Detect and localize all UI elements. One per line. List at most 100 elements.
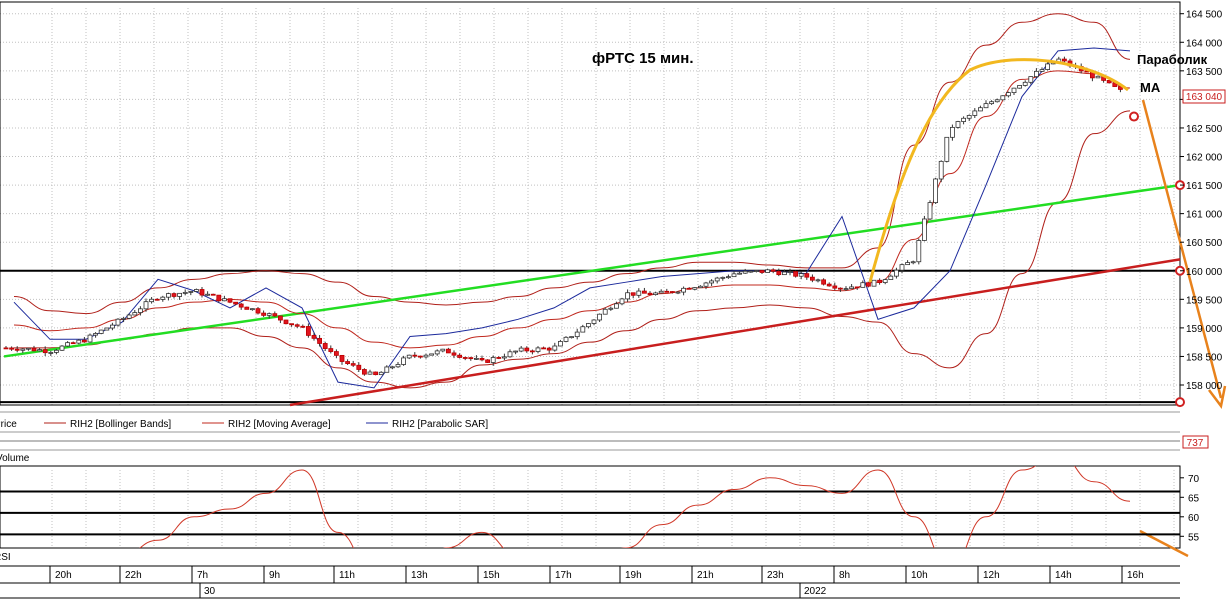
candle-body	[630, 292, 636, 296]
candle-body	[496, 357, 502, 359]
candle-body	[193, 289, 199, 292]
candle-body	[961, 117, 966, 122]
candle-body	[82, 339, 87, 343]
candle-body	[37, 349, 42, 352]
candle-body	[412, 354, 418, 357]
candle-body	[602, 308, 608, 315]
time-tick-label: 17h	[555, 570, 572, 581]
candle-body	[350, 363, 356, 366]
candle-body	[703, 282, 709, 287]
candle-body	[776, 270, 782, 276]
candle-body	[793, 271, 798, 277]
candle-body	[950, 126, 955, 138]
bollinger-upper	[13, 13, 1131, 315]
candle-body	[513, 350, 518, 353]
candle-body	[356, 364, 362, 370]
price-tick-label: 160 000	[1186, 267, 1223, 278]
candle-body	[832, 285, 838, 289]
candle-body	[882, 279, 888, 283]
candle-body	[205, 293, 211, 296]
time-tick-label: 20h	[55, 570, 72, 581]
time-tick-label: 21h	[697, 570, 714, 581]
rsi-line	[139, 466, 1131, 548]
candle-body	[395, 364, 401, 368]
candle-body	[289, 323, 295, 326]
candle-body	[339, 354, 345, 362]
candle-body	[524, 347, 530, 352]
candle-body	[216, 294, 222, 302]
candle-body	[137, 308, 143, 313]
price-tick-label: 161 500	[1186, 181, 1223, 192]
candle-body	[423, 354, 429, 358]
candle-body	[838, 287, 843, 290]
candle-body	[983, 103, 989, 109]
candle-body	[244, 306, 250, 310]
candle-body	[994, 99, 1000, 103]
candle-body	[765, 269, 770, 273]
time-tick-label: 13h	[411, 570, 428, 581]
candle-body	[65, 342, 70, 347]
rsi-panel-frame	[0, 465, 1181, 549]
candle-body	[485, 359, 491, 363]
candle-body	[389, 366, 395, 369]
time-tick-label: 11h	[339, 570, 355, 581]
candle-body	[1017, 85, 1022, 89]
candle-body	[558, 341, 563, 347]
candle-body	[70, 342, 76, 345]
candle-body	[110, 324, 115, 329]
candle-body	[1028, 76, 1034, 83]
candle-body	[328, 348, 334, 352]
candle-body	[972, 110, 978, 116]
moving-average-line	[13, 70, 1131, 349]
candle-body	[849, 286, 854, 290]
candle-body	[87, 334, 93, 343]
candle-body	[59, 345, 65, 351]
candle-body	[737, 272, 742, 275]
candle-body	[826, 283, 832, 287]
candle-body	[25, 347, 31, 350]
candle-body	[1022, 81, 1028, 86]
price-tick-label: 164 000	[1186, 38, 1223, 49]
last-price-label: 163 040	[1186, 92, 1223, 103]
candle-body	[933, 178, 938, 204]
candle-body	[916, 240, 922, 263]
time-tick-label: 15h	[483, 570, 500, 581]
candle-body	[1062, 58, 1067, 62]
time-tick-label: 12h	[983, 570, 1000, 581]
candle-body	[591, 319, 597, 324]
candle-body	[143, 301, 149, 310]
candle-body	[782, 271, 787, 276]
candle-body	[871, 279, 877, 287]
candle-body	[698, 285, 703, 289]
candle-body	[877, 279, 882, 283]
price-tick-label: 162 000	[1186, 153, 1223, 164]
candle-body	[255, 308, 261, 314]
candle-body	[305, 326, 311, 336]
candle-body	[373, 371, 379, 376]
candle-body	[266, 313, 272, 316]
candle-body	[294, 324, 300, 327]
main-panel-frame	[0, 1, 1181, 406]
candle-body	[507, 351, 513, 358]
bollinger-lower	[14, 110, 1131, 389]
candle-body	[798, 273, 804, 277]
grid	[0, 8, 1180, 548]
candle-body	[1000, 95, 1006, 101]
candle-body	[48, 352, 54, 354]
candle-body	[121, 317, 126, 320]
candle-body	[714, 277, 720, 282]
candle-body	[429, 353, 435, 356]
volume-value: 737	[1187, 438, 1204, 449]
rsi-tick-label: 65	[1188, 493, 1200, 504]
price-axis: 158 000 158 500 159 000 159 500 160 000 160 5…	[1180, 10, 1223, 392]
candle-body	[843, 288, 849, 291]
rsi-tick-label: 70	[1188, 474, 1200, 485]
rsi-tick-label: 60	[1188, 513, 1200, 524]
candle-body	[922, 218, 927, 241]
candle-body	[518, 347, 524, 352]
candle-body	[378, 371, 384, 376]
candle-body	[541, 347, 546, 350]
candle-body	[440, 348, 446, 352]
candle-body	[894, 269, 899, 277]
candle-body	[597, 313, 602, 321]
